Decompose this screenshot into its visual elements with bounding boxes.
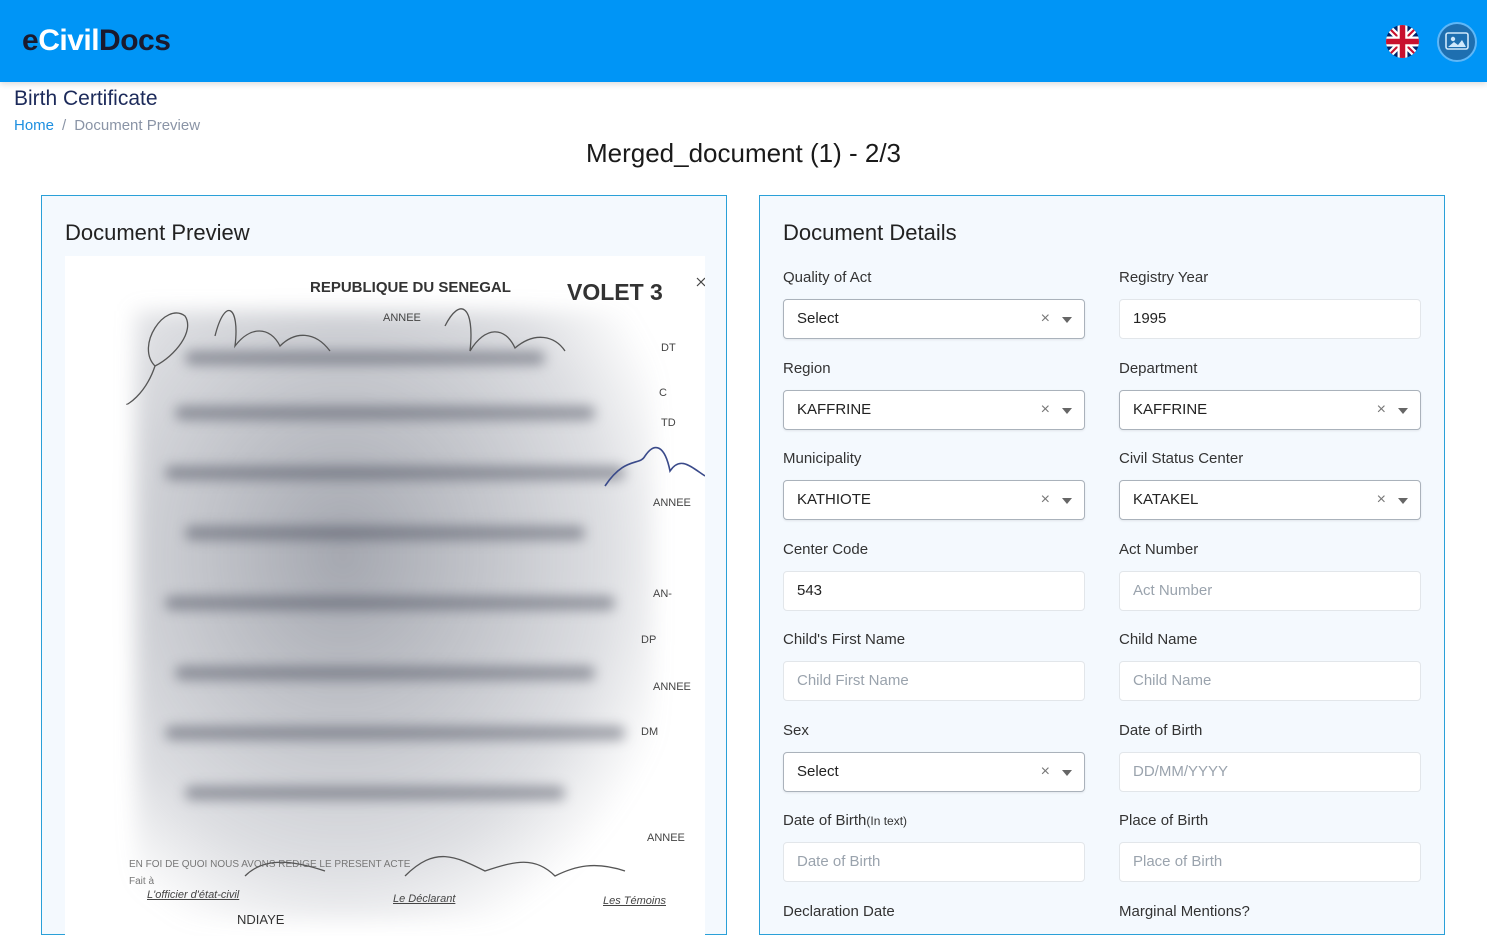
user-avatar-icon[interactable] xyxy=(1437,22,1477,62)
date-of-birth-text-input[interactable]: Date of Birth xyxy=(783,842,1085,882)
department-select[interactable]: KAFFRINE × xyxy=(1119,390,1421,430)
clear-icon[interactable]: × xyxy=(1041,391,1050,429)
civil-status-center-select[interactable]: KATAKEL × xyxy=(1119,480,1421,520)
act-number-label: Act Number xyxy=(1119,541,1199,558)
top-bar: eCivilDocs xyxy=(0,0,1487,82)
clear-icon[interactable]: × xyxy=(1041,753,1050,791)
municipality-select[interactable]: KATHIOTE × xyxy=(783,480,1085,520)
chevron-down-icon[interactable] xyxy=(1398,408,1408,414)
clear-icon[interactable]: × xyxy=(1041,300,1050,338)
child-first-name-input[interactable]: Child First Name xyxy=(783,661,1085,701)
quality-of-act-select[interactable]: Select × xyxy=(783,299,1085,339)
clear-icon[interactable]: × xyxy=(1377,481,1386,519)
chevron-down-icon[interactable] xyxy=(1062,498,1072,504)
quality-of-act-label: Quality of Act xyxy=(783,269,872,286)
document-details-card: Document Details Quality of Act Select ×… xyxy=(759,195,1445,935)
municipality-label: Municipality xyxy=(783,450,862,467)
department-label: Department xyxy=(1119,360,1198,377)
date-of-birth-input[interactable]: DD/MM/YYYY xyxy=(1119,752,1421,792)
app-logo[interactable]: eCivilDocs xyxy=(22,24,171,58)
sex-select[interactable]: Select × xyxy=(783,752,1085,792)
place-of-birth-input[interactable]: Place of Birth xyxy=(1119,842,1421,882)
details-heading: Document Details xyxy=(783,220,957,245)
handwriting-scribbles xyxy=(126,277,705,877)
child-name-label: Child Name xyxy=(1119,631,1198,648)
breadcrumb-home-link[interactable]: Home xyxy=(14,117,54,134)
marginal-mentions-label: Marginal Mentions? xyxy=(1119,903,1250,920)
registry-year-input[interactable]: 1995 xyxy=(1119,299,1421,339)
document-preview-card: Document Preview REPUBLIQUE DU SENEGAL V… xyxy=(41,195,727,936)
child-name-input[interactable]: Child Name xyxy=(1119,661,1421,701)
center-code-label: Center Code xyxy=(783,541,869,558)
clear-icon[interactable]: × xyxy=(1041,481,1050,519)
registry-year-label: Registry Year xyxy=(1119,269,1209,286)
center-code-input[interactable]: 543 xyxy=(783,571,1085,611)
sex-label: Sex xyxy=(783,722,809,739)
child-first-name-label: Child's First Name xyxy=(783,631,906,648)
breadcrumb: Home / Document Preview xyxy=(14,117,200,134)
preview-heading: Document Preview xyxy=(65,220,250,245)
date-of-birth-label: Date of Birth xyxy=(1119,722,1203,739)
place-of-birth-label: Place of Birth xyxy=(1119,812,1209,829)
page-title: Birth Certificate xyxy=(14,87,158,110)
region-select[interactable]: KAFFRINE × xyxy=(783,390,1085,430)
date-of-birth-text-label: Date of Birth(In text) xyxy=(783,812,908,829)
breadcrumb-current: Document Preview xyxy=(74,117,201,134)
chevron-down-icon[interactable] xyxy=(1062,770,1072,776)
act-number-input[interactable]: Act Number xyxy=(1119,571,1421,611)
document-preview-image[interactable]: REPUBLIQUE DU SENEGAL VOLET 3 ANNEE DT C… xyxy=(65,256,705,936)
civil-status-center-label: Civil Status Center xyxy=(1119,450,1244,467)
chevron-down-icon[interactable] xyxy=(1062,317,1072,323)
chevron-down-icon[interactable] xyxy=(1398,498,1408,504)
uk-flag-icon[interactable] xyxy=(1386,25,1419,58)
region-label: Region xyxy=(783,360,831,377)
chevron-down-icon[interactable] xyxy=(1062,408,1072,414)
document-title: Merged_document (1) - 2/3 xyxy=(585,138,902,168)
clear-icon[interactable]: × xyxy=(1377,391,1386,429)
breadcrumb-separator: / xyxy=(62,117,67,134)
declaration-date-label: Declaration Date xyxy=(783,903,895,920)
